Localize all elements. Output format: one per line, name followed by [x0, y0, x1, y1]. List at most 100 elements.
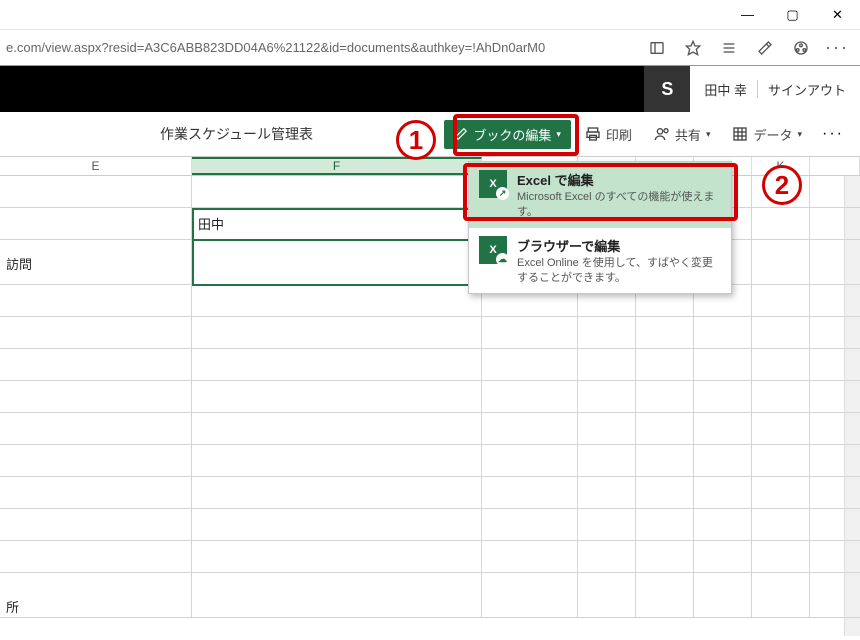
cell[interactable] — [192, 509, 482, 540]
edit-in-excel-item[interactable]: X↗ Excel で編集 Microsoft Excel のすべての機能が使えま… — [469, 162, 731, 228]
cell[interactable] — [578, 413, 636, 444]
col-header-E[interactable]: E — [0, 157, 192, 175]
cell[interactable] — [482, 317, 578, 348]
cell[interactable] — [482, 541, 578, 572]
cell[interactable] — [482, 477, 578, 508]
people-icon — [654, 126, 670, 142]
cell-F-value[interactable]: 田中 — [192, 208, 482, 239]
cell[interactable] — [192, 413, 482, 444]
cell[interactable] — [752, 381, 810, 412]
cell[interactable] — [192, 317, 482, 348]
edit-in-browser-item[interactable]: X☁ ブラウザーで編集 Excel Online を使用して、すばやく変更するこ… — [469, 228, 731, 294]
cell[interactable] — [482, 509, 578, 540]
cell[interactable] — [636, 509, 694, 540]
cell[interactable] — [636, 477, 694, 508]
cell[interactable] — [192, 573, 482, 617]
cell[interactable] — [578, 381, 636, 412]
cell[interactable] — [578, 573, 636, 617]
cell[interactable] — [694, 445, 752, 476]
cell[interactable] — [192, 176, 482, 207]
cell[interactable] — [694, 541, 752, 572]
cell[interactable] — [192, 381, 482, 412]
cell[interactable] — [752, 208, 810, 239]
reading-list-icon[interactable] — [720, 39, 738, 57]
cell[interactable] — [694, 509, 752, 540]
cell[interactable] — [752, 477, 810, 508]
favorite-star-icon[interactable] — [684, 39, 702, 57]
cell[interactable] — [636, 381, 694, 412]
user-name-label[interactable]: 田中 幸 — [704, 80, 747, 99]
cell[interactable] — [752, 349, 810, 380]
cell[interactable] — [694, 477, 752, 508]
divider — [757, 80, 758, 98]
cell[interactable] — [192, 445, 482, 476]
cell[interactable] — [578, 477, 636, 508]
window-close-button[interactable]: ✕ — [815, 0, 860, 30]
window-minimize-button[interactable]: — — [725, 0, 770, 30]
reading-view-icon[interactable] — [648, 39, 666, 57]
cell[interactable] — [0, 477, 192, 508]
web-note-icon[interactable] — [756, 39, 774, 57]
cell[interactable] — [752, 317, 810, 348]
cell[interactable] — [578, 509, 636, 540]
cell[interactable] — [0, 285, 192, 316]
cell[interactable] — [636, 573, 694, 617]
col-header-F[interactable]: F — [192, 157, 482, 175]
cell[interactable] — [578, 317, 636, 348]
cell[interactable] — [0, 541, 192, 572]
cell[interactable] — [0, 349, 192, 380]
cell[interactable]: 所 — [0, 573, 192, 617]
cell[interactable] — [694, 413, 752, 444]
cell[interactable] — [0, 445, 192, 476]
cell[interactable] — [752, 413, 810, 444]
cell[interactable] — [752, 573, 810, 617]
cell[interactable]: 訪問 — [0, 240, 192, 284]
signout-link[interactable]: サインアウト — [768, 80, 846, 99]
share-label: 共有 — [675, 125, 701, 144]
more-icon[interactable]: ··· — [828, 39, 846, 57]
cell[interactable] — [752, 541, 810, 572]
cell[interactable] — [636, 541, 694, 572]
window-controls: — ▢ ✕ — [0, 0, 860, 30]
print-button[interactable]: 印刷 — [577, 120, 640, 149]
window-maximize-button[interactable]: ▢ — [770, 0, 815, 30]
cell[interactable] — [482, 445, 578, 476]
cell[interactable] — [694, 349, 752, 380]
cell[interactable] — [752, 285, 810, 316]
cell[interactable] — [192, 477, 482, 508]
cell[interactable] — [752, 445, 810, 476]
cell[interactable] — [694, 381, 752, 412]
cell[interactable] — [192, 285, 482, 316]
address-bar-text[interactable]: e.com/view.aspx?resid=A3C6ABB823DD04A6%2… — [6, 40, 546, 55]
data-button[interactable]: データ ▾ — [724, 120, 810, 149]
cell[interactable] — [636, 317, 694, 348]
cell[interactable] — [0, 208, 192, 239]
cell[interactable] — [192, 240, 482, 284]
cell[interactable] — [636, 349, 694, 380]
cell[interactable] — [0, 381, 192, 412]
cell[interactable] — [0, 317, 192, 348]
cell[interactable] — [636, 413, 694, 444]
cell[interactable] — [482, 381, 578, 412]
cell[interactable] — [752, 509, 810, 540]
cell[interactable] — [0, 413, 192, 444]
cell[interactable] — [482, 349, 578, 380]
cell[interactable] — [578, 445, 636, 476]
share-button[interactable]: 共有 ▾ — [646, 120, 719, 149]
cell[interactable] — [578, 349, 636, 380]
cell[interactable] — [0, 176, 192, 207]
edit-workbook-button[interactable]: ブックの編集 ▾ — [444, 120, 571, 149]
cell[interactable] — [482, 573, 578, 617]
cell[interactable] — [636, 445, 694, 476]
cell[interactable] — [578, 541, 636, 572]
cell[interactable] — [482, 413, 578, 444]
cell[interactable] — [192, 541, 482, 572]
more-commands-button[interactable]: ··· — [816, 125, 850, 143]
cell[interactable] — [0, 509, 192, 540]
cell[interactable] — [694, 317, 752, 348]
cell[interactable] — [192, 349, 482, 380]
cell[interactable] — [694, 573, 752, 617]
cell[interactable] — [752, 240, 810, 284]
share-icon[interactable] — [792, 39, 810, 57]
skype-icon[interactable]: S — [644, 66, 690, 112]
